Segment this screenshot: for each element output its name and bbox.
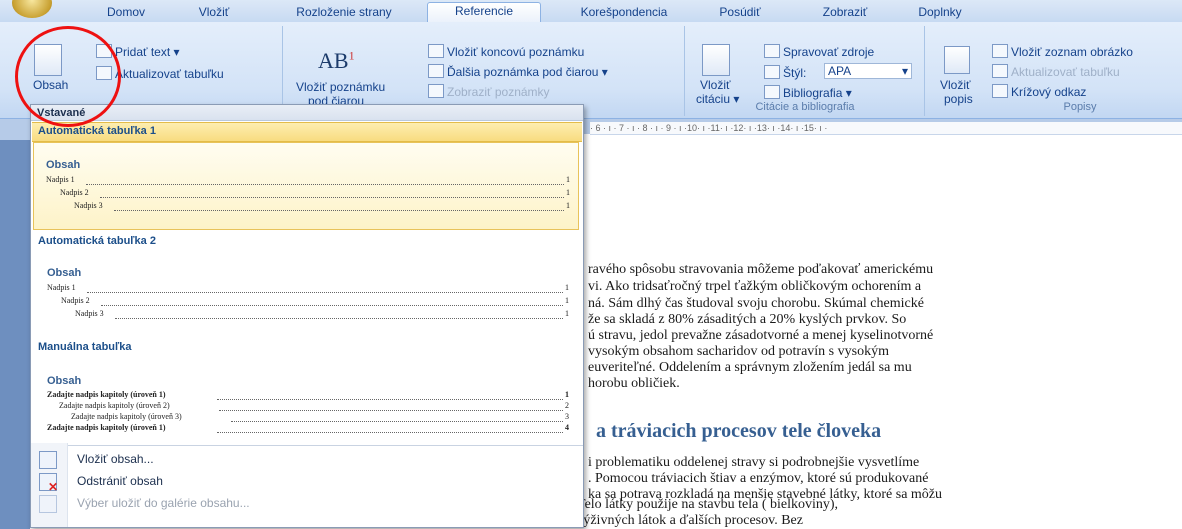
vlozit-koncovu-label: Vložiť koncovú poznámku xyxy=(447,45,585,59)
insert-toc-icon xyxy=(39,451,57,469)
cross-reference-icon xyxy=(992,84,1008,98)
tab-posudit[interactable]: Posúdiť xyxy=(710,4,770,21)
toc-line: Nadpis 21 xyxy=(61,296,569,306)
remove-toc-icon: ✕ xyxy=(39,473,58,494)
toc-preview-title: Obsah xyxy=(47,267,82,279)
vlozit-zoznam-button[interactable]: Vložiť zoznam obrázko xyxy=(992,44,1133,59)
tab-korespondencia[interactable]: Korešpondencia xyxy=(564,4,684,21)
vertical-ruler xyxy=(0,140,30,529)
bibliografia-label: Bibliografia ▾ xyxy=(783,86,852,100)
group-separator xyxy=(282,26,283,116)
style-icon xyxy=(764,65,780,79)
toc-line: Zadajte nadpis kapitoly (úroveň 2) 2 xyxy=(59,401,569,411)
vlozit-poznamku-button[interactable]: Vložiť poznámku xyxy=(296,80,385,94)
toc-option-manual[interactable]: Obsah Zadajte nadpis kapitoly (úroveň 1)… xyxy=(33,359,579,445)
chevron-down-icon: ▾ xyxy=(901,64,908,78)
styl-value: APA xyxy=(828,64,852,78)
doc-line: že sa skladá z 80% zásaditých a 20% kysl… xyxy=(588,312,907,327)
table-of-contents-gallery: Vstavané Automatická tabuľka 1 Obsah Nad… xyxy=(30,104,584,528)
doc-line: vi. Ako tridsaťročný trpel ťažkým obličk… xyxy=(588,279,922,294)
doc-line: . Pomocou tráviacich štiav a enzýmov, kt… xyxy=(588,471,929,486)
insert-citation-icon xyxy=(702,44,730,76)
section-title-auto2: Automatická tabuľka 2 xyxy=(38,235,156,247)
doc-line: ná. Sám dlhý čas študoval svoju chorobu.… xyxy=(588,296,924,311)
toc-line: Zadajte nadpis kapitoly (úroveň 1) 4 xyxy=(47,423,569,433)
section-title-manual: Manuálna tabuľka xyxy=(38,341,132,353)
krizovy-odkaz-button[interactable]: Krížový odkaz xyxy=(992,84,1086,99)
pridat-text-label: Pridať text ▾ xyxy=(115,45,180,59)
tab-zobrazit[interactable]: Zobraziť xyxy=(810,4,880,21)
toc-line: Nadpis 21 xyxy=(60,188,570,198)
tab-domov[interactable]: Domov xyxy=(98,4,154,21)
vlozit-obsah-menu-item[interactable]: Vložiť obsah... xyxy=(77,452,154,466)
styl-label: Štýl: xyxy=(764,65,806,80)
vlozit-zoznam-label: Vložiť zoznam obrázko xyxy=(1011,45,1133,59)
annotation-circle xyxy=(15,26,121,127)
spravovat-zdroje-label: Spravovať zdroje xyxy=(783,45,875,59)
toc-line: Zadajte nadpis kapitoly (úroveň 1) 1 xyxy=(47,390,569,400)
doc-heading: a tráviacich procesov tele človeka xyxy=(596,420,882,442)
tab-doplnky[interactable]: Doplnky xyxy=(910,4,970,21)
zobrazit-poznamky-button[interactable]: Zobraziť poznámky xyxy=(428,84,550,99)
tab-rozlozenie-strany[interactable]: Rozloženie strany xyxy=(282,4,406,21)
toc-line: Nadpis 31 xyxy=(75,309,569,319)
ulozit-do-galerie-menu-item[interactable]: Výber uložiť do galérie obsahu... xyxy=(77,496,250,510)
endnote-icon xyxy=(428,44,444,58)
horizontal-ruler: · 6 · ı · 7 · ı · 8 · ı · 9 · ı ·10· ı ·… xyxy=(590,122,1182,135)
save-to-gallery-icon xyxy=(39,495,57,513)
odstranit-obsah-menu-item[interactable]: Odstrániť obsah xyxy=(77,474,163,488)
figure-list-icon xyxy=(992,44,1008,58)
vlozit-popis-button[interactable]: Vložiť xyxy=(940,78,971,92)
toc-preview-title: Obsah xyxy=(47,375,82,387)
group-separator xyxy=(924,26,925,116)
toc-line: Nadpis 31 xyxy=(74,201,570,211)
zobrazit-poznamky-label: Zobraziť poznámky xyxy=(447,85,550,99)
styl-select[interactable]: APA ▾ xyxy=(824,63,912,79)
bibliografia-button[interactable]: Bibliografia ▾ xyxy=(764,85,852,100)
doc-line: i problematiku oddelenej stravy si podro… xyxy=(588,455,920,470)
toc-option-auto2[interactable]: Obsah Nadpis 11 Nadpis 21 Nadpis 31 xyxy=(33,253,579,325)
update-table-icon xyxy=(992,64,1008,78)
gallery-header: Vstavané xyxy=(31,105,583,121)
toc-line: Nadpis 11 xyxy=(47,283,569,293)
toc-option-auto1[interactable]: Obsah Nadpis 11 Nadpis 21 Nadpis 31 xyxy=(33,142,579,230)
aktualizovat-tabulku-2-label: Aktualizovať tabuľku xyxy=(1011,65,1120,79)
toc-line: Nadpis 11 xyxy=(46,175,570,185)
citacie-group-label: Citácie a bibliografia xyxy=(755,101,855,113)
next-footnote-icon xyxy=(428,64,444,78)
toc-preview-title: Obsah xyxy=(46,159,81,171)
show-notes-icon xyxy=(428,84,444,98)
doc-line: vysokým obsahom sacharidov od potravín s… xyxy=(588,344,889,359)
menu-divider xyxy=(31,445,583,446)
doc-line: ú stravu, jedol prevažne zásadotvorné a … xyxy=(588,328,934,343)
footnote-ab-icon: AB1 xyxy=(318,48,355,73)
doc-line: euveriteľné. Oddelením a správnym zložen… xyxy=(588,360,912,375)
toc-line: Zadajte nadpis kapitoly (úroveň 3) 3 xyxy=(71,412,569,422)
insert-caption-icon xyxy=(944,46,970,74)
aktualizovat-tabulku-label: Aktualizovať tabuľku xyxy=(115,67,224,81)
vlozit-koncovu-button[interactable]: Vložiť koncovú poznámku xyxy=(428,44,584,59)
krizovy-odkaz-label: Krížový odkaz xyxy=(1011,85,1087,99)
section-title-auto1: Automatická tabuľka 1 xyxy=(38,125,156,137)
spravovat-zdroje-button[interactable]: Spravovať zdroje xyxy=(764,44,874,59)
doc-line: horobu obličiek. xyxy=(588,376,680,391)
dalsia-poznamka-button[interactable]: Ďalšia poznámka pod čiarou ▾ xyxy=(428,64,608,79)
tab-referencie[interactable]: Referencie xyxy=(427,2,541,23)
group-separator xyxy=(684,26,685,116)
doc-line: ravého spôsobu stravovania môžeme poďako… xyxy=(588,262,934,277)
tab-vlozit[interactable]: Vložiť xyxy=(188,4,240,21)
red-x-icon: ✕ xyxy=(47,480,58,494)
bibliography-icon xyxy=(764,85,780,99)
dalsia-poznamka-label: Ďalšia poznámka pod čiarou ▾ xyxy=(447,65,608,79)
ribbon-tab-strip: Domov Vložiť Rozloženie strany Referenci… xyxy=(0,0,1182,23)
popisy-group-label: Popisy xyxy=(1063,101,1097,113)
manage-sources-icon xyxy=(764,44,780,58)
aktualizovat-tabulku-2-button[interactable]: Aktualizovať tabuľku xyxy=(992,64,1120,79)
vlozit-popis-label-2: popis xyxy=(944,92,973,106)
vlozit-citaciu-button[interactable]: Vložiť xyxy=(700,78,731,92)
